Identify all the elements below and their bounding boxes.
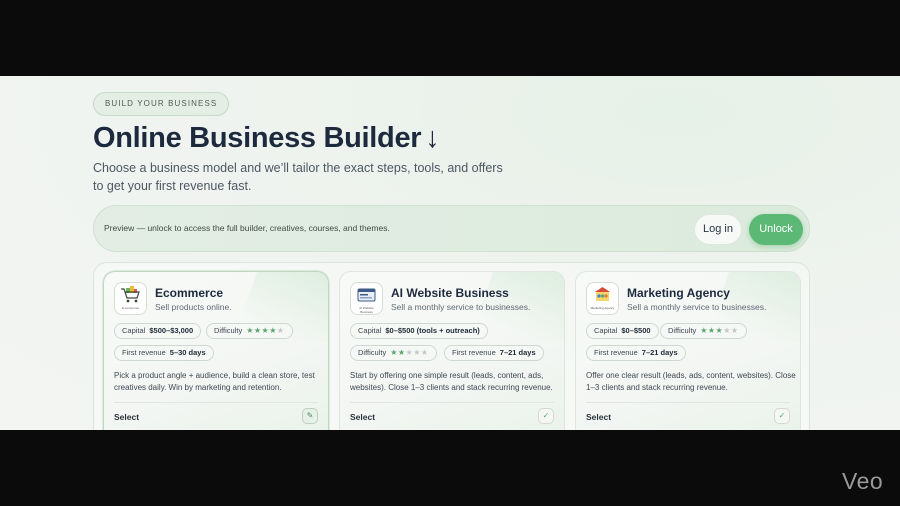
star-empty-icon: ★: [723, 326, 731, 335]
card-title: Marketing Agency: [627, 286, 730, 300]
login-button[interactable]: Log in: [694, 214, 742, 245]
card-logo: E-commerce: [114, 282, 147, 315]
letterbox-bottom: [0, 430, 900, 506]
first-revenue-value: 7–21 days: [641, 348, 678, 357]
website-browser-icon: [357, 288, 376, 302]
difficulty-stars: ★★★★★: [700, 326, 738, 335]
first-revenue-value: 7–21 days: [499, 348, 536, 357]
difficulty-stars: ★★★★★: [390, 348, 428, 357]
logo-caption: AI Website Business: [359, 306, 374, 314]
capital-label: Capital: [122, 326, 146, 335]
difficulty-pill: Difficulty ★★★★★: [350, 345, 437, 361]
down-arrow-icon: ↓: [425, 122, 440, 154]
card-divider: [114, 402, 318, 403]
preview-text: Preview — unlock to access the full buil…: [104, 223, 390, 233]
star-filled-icon: ★: [390, 348, 398, 357]
star-empty-icon: ★: [276, 326, 285, 335]
difficulty-pill: Difficulty ★★★★★: [660, 323, 747, 339]
card-description: Pick a product angle + audience, build a…: [114, 371, 315, 392]
capital-label: Capital: [594, 326, 618, 335]
check-icon[interactable]: ✓: [774, 408, 790, 424]
select-label[interactable]: Select: [114, 412, 139, 422]
star-filled-icon: ★: [397, 348, 406, 357]
card-ai-website-business[interactable]: AI Website Business AI Website Business …: [339, 271, 565, 430]
capital-pill: Capital $0–$500 (tools + outreach): [350, 323, 488, 339]
first-revenue-pill: First revenue 5–30 days: [114, 345, 214, 361]
star-filled-icon: ★: [700, 326, 708, 335]
difficulty-label: Difficulty: [358, 348, 387, 357]
card-subtitle: Sell a monthly service to businesses.: [627, 302, 767, 312]
star-filled-icon: ★: [707, 326, 716, 335]
card-title: Ecommerce: [155, 286, 224, 300]
card-description: Offer one clear result (leads, ads, cont…: [586, 371, 796, 392]
unlock-button[interactable]: Unlock: [749, 214, 803, 245]
card-logo: AI Website Business: [350, 282, 383, 315]
capital-label: Capital: [358, 326, 382, 335]
star-empty-icon: ★: [413, 348, 421, 357]
capital-value: $0–$500: [621, 326, 651, 335]
select-label[interactable]: Select: [350, 412, 375, 422]
shopping-cart-icon: [121, 286, 140, 303]
capital-value: $500–$3,000: [149, 326, 194, 335]
card-description: Start by offering one simple result (lea…: [350, 371, 553, 392]
card-divider: [350, 402, 554, 403]
page-subtitle: Choose a business model and we’ll tailor…: [93, 161, 503, 193]
first-revenue-label: First revenue: [122, 348, 166, 357]
card-marketing-agency[interactable]: Marketing Agency Marketing Agency Sell a…: [575, 271, 801, 430]
logo-caption: Marketing Agency: [590, 306, 615, 310]
first-revenue-label: First revenue: [452, 348, 496, 357]
first-revenue-pill: First revenue 7–21 days: [586, 345, 686, 361]
card-divider: [586, 402, 790, 403]
difficulty-stars: ★★★★★: [246, 326, 284, 335]
letterbox-top: [0, 0, 900, 76]
check-icon[interactable]: ✓: [538, 408, 554, 424]
difficulty-label: Difficulty: [214, 326, 243, 335]
page-title: Online Business Builder ↓: [93, 122, 440, 155]
page-title-text: Online Business Builder: [93, 122, 422, 154]
pencil-icon[interactable]: ✎: [302, 408, 318, 424]
watermark-logo: Veo: [842, 468, 884, 494]
star-empty-icon: ★: [420, 348, 429, 357]
first-revenue-label: First revenue: [594, 348, 638, 357]
section-eyebrow-badge: BUILD YOUR BUSINESS: [93, 92, 230, 116]
page-frame: BUILD YOUR BUSINESS Online Business Buil…: [0, 76, 900, 430]
first-revenue-value: 5–30 days: [169, 348, 206, 357]
star-filled-icon: ★: [253, 326, 262, 335]
star-filled-icon: ★: [246, 326, 254, 335]
capital-pill: Capital $0–$500: [586, 323, 659, 339]
logo-caption: E-commerce: [121, 306, 139, 310]
difficulty-label: Difficulty: [668, 326, 697, 335]
capital-value: $0–$500 (tools + outreach): [385, 326, 480, 335]
difficulty-pill: Difficulty ★★★★★: [206, 323, 293, 339]
preview-banner: Preview — unlock to access the full buil…: [93, 205, 810, 252]
card-subtitle: Sell a monthly service to businesses.: [391, 302, 531, 312]
card-logo: Marketing Agency: [586, 282, 619, 315]
agency-team-icon: [595, 287, 610, 301]
star-empty-icon: ★: [730, 326, 739, 335]
card-ecommerce[interactable]: E-commerce Ecommerce Sell products onlin…: [103, 271, 329, 430]
card-title: AI Website Business: [391, 286, 509, 300]
star-filled-icon: ★: [269, 326, 277, 335]
first-revenue-pill: First revenue 7–21 days: [444, 345, 544, 361]
select-label[interactable]: Select: [586, 412, 611, 422]
card-subtitle: Sell products online.: [155, 302, 232, 312]
capital-pill: Capital $500–$3,000: [114, 323, 202, 339]
